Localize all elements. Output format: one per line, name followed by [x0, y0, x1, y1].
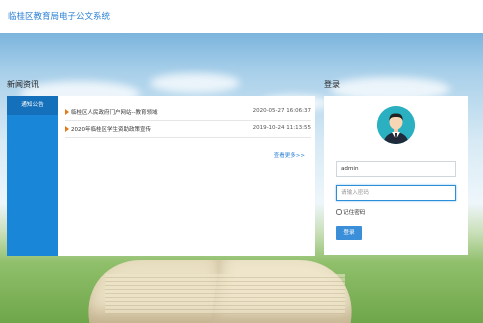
news-item-title[interactable]: 临桂区人民政府门户网站--教育领域 — [71, 108, 157, 116]
open-book-image — [65, 252, 365, 323]
news-sidebar: 通知公告 — [7, 96, 58, 256]
news-panel: 通知公告 临桂区人民政府门户网站--教育领域 2020-05-27 16:06:… — [7, 96, 315, 256]
top-bar: 临桂区教育局电子公文系统 — [0, 0, 483, 33]
tab-notices[interactable]: 通知公告 — [7, 96, 58, 115]
login-section-title: 登录 — [324, 80, 340, 89]
login-panel: 记住密码 登录 — [324, 96, 468, 255]
user-avatar-icon — [377, 106, 415, 144]
username-field[interactable] — [336, 161, 456, 177]
remember-label: 记住密码 — [343, 210, 366, 216]
password-field[interactable] — [336, 185, 456, 201]
news-item-date: 2020-05-27 16:06:37 — [252, 108, 311, 114]
system-title: 临桂区教育局电子公文系统 — [8, 12, 111, 22]
news-item-title[interactable]: 2020年临桂区学生资助政策宣传 — [71, 125, 151, 133]
bullet-arrow-icon — [65, 126, 69, 132]
view-more-link[interactable]: 查看更多>> — [274, 151, 305, 159]
bullet-arrow-icon — [65, 109, 69, 115]
login-button[interactable]: 登录 — [336, 226, 362, 240]
remember-checkbox[interactable] — [336, 209, 342, 215]
news-item-date: 2019-10-24 11:13:55 — [252, 125, 311, 131]
news-item[interactable]: 临桂区人民政府门户网站--教育领域 2020-05-27 16:06:37 — [65, 105, 311, 121]
news-item[interactable]: 2020年临桂区学生资助政策宣传 2019-10-24 11:13:55 — [65, 122, 311, 138]
news-section-title: 新闻资讯 — [7, 80, 39, 89]
news-list: 临桂区人民政府门户网站--教育领域 2020-05-27 16:06:37 20… — [65, 105, 311, 159]
remember-password[interactable]: 记住密码 — [336, 208, 365, 216]
